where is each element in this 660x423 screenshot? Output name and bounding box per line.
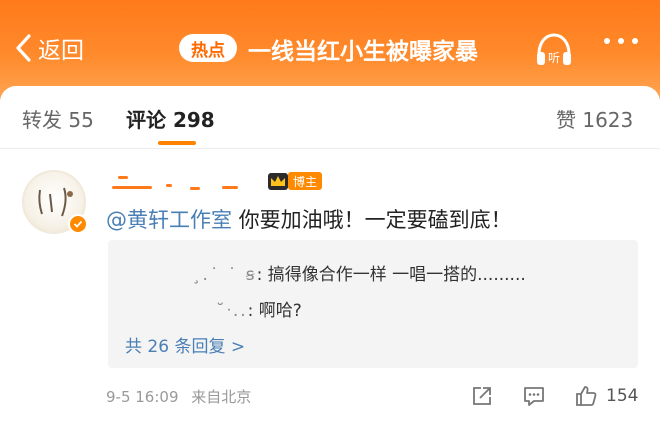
back-label: 返回 [38,38,84,64]
reply-text: : 搞得像合作一样 一唱一搭的......... [256,265,526,285]
crown-icon [268,173,288,190]
share-button[interactable] [470,383,494,409]
hot-badge: 热点 [179,34,237,62]
more-dot-icon [604,38,610,44]
reply-text: : 啊哈? [247,301,302,321]
mention-link[interactable]: @黄轩工作室 [106,208,232,232]
tab-likes[interactable]: 赞 1623 [556,104,633,133]
active-tab-indicator [158,141,196,145]
like-button[interactable]: 154 [574,383,638,409]
tab-reposts[interactable]: 转发 55 [22,104,94,133]
like-count: 154 [606,386,639,406]
more-dot-icon [618,38,624,44]
more-dot-icon [632,38,638,44]
share-icon [473,387,491,405]
chevron-left-icon [16,34,31,62]
top-bar: 返回 热点 一线当红小生被曝家暴 听 [0,0,660,100]
verified-icon [68,214,88,234]
reply-username[interactable]: ¸.˙ ˙ ꞩ [192,265,257,285]
page-title: 一线当红小生被曝家暴 [248,39,478,65]
blogger-badge: 博主 [266,170,323,192]
divider [0,148,660,149]
reply-item[interactable]: ˘ᐧ..: 啊哈? [216,296,302,321]
reply-preview[interactable]: ¸.˙ ˙ ꞩ: 搞得像合作一样 一唱一搭的......... ˘ᐧ..: 啊哈… [108,240,638,368]
comment-text: @黄轩工作室 你要加油哦！一定要磕到底！ [106,204,512,234]
thumbs-up-icon [576,386,597,406]
comment-sheet: 转发 55 评论 298 赞 1623 博主 @黄轩工作室 你要加油哦！一定要磕… [0,86,660,423]
comment-username[interactable] [106,168,256,190]
reply-button[interactable] [522,383,546,409]
comment-meta: 9-5 16:09 来自北京 [106,386,251,407]
view-all-replies-link[interactable]: 共 26 条回复 > [125,332,245,357]
comment-time: 9-5 16:09 [106,388,179,406]
comment-icon [524,387,544,406]
reply-item[interactable]: ¸.˙ ˙ ꞩ: 搞得像合作一样 一唱一搭的......... [192,260,526,285]
comment-body: 你要加油哦！一定要磕到底！ [232,208,512,232]
blogger-badge-label: 博主 [288,172,323,190]
more-button[interactable] [604,38,638,44]
listen-label: 听 [548,51,560,65]
comment-source: 来自北京 [191,388,252,406]
back-button[interactable]: 返回 [14,28,84,68]
reply-username[interactable]: ˘ᐧ.. [216,301,248,321]
tab-comments[interactable]: 评论 298 [126,104,215,133]
listen-button[interactable]: 听 [533,30,575,70]
